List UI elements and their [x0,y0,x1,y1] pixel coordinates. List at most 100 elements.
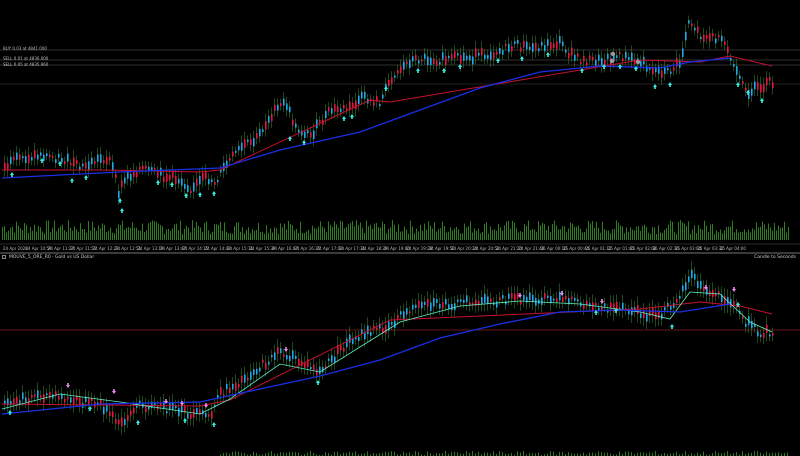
indicator-chart[interactable]: MOUVE_5_ORE_R0 · Gold vs US Dollar Candl… [0,254,800,456]
candle [241,375,243,383]
volume-bar [530,230,531,240]
candle [16,152,18,160]
volume-bar [703,451,704,456]
volume-bar [350,222,351,240]
indicator-chart-canvas[interactable] [0,254,800,456]
red-moving-average [2,55,773,173]
volume-bar [50,232,51,240]
candle [502,295,504,299]
main-chart-canvas[interactable]: 24 Apr 202624 Apr 10:5924 Apr 11:2724 Ap… [0,0,800,252]
volume-bar [164,233,165,240]
volume-bar [178,230,179,240]
volume-bar [544,224,545,240]
candle [79,396,81,405]
up-arrow-icon [653,84,657,89]
candle [442,52,444,60]
candle [346,338,348,348]
volume-bar [64,230,65,240]
candle [769,334,771,337]
volume-bar [708,231,709,240]
candle [508,43,510,53]
volume-bar [454,228,455,240]
volume-bar [110,227,111,240]
volume-bar [602,221,603,240]
volume-bar [523,451,524,456]
volume-bar [472,451,473,456]
candle [40,152,42,156]
candle [328,107,330,112]
volume-bar [538,221,539,240]
candle [382,94,384,99]
candle [631,52,633,62]
candle [76,160,78,164]
volume-bar [330,224,331,240]
volume-bar [550,451,551,456]
volume-bar [218,224,219,240]
main-price-chart[interactable]: 24 Apr 2026 24 Apr 10:59 24 Apr 11:27 24 Ap… [0,0,800,252]
candle [229,157,231,161]
candle [685,282,687,291]
volume-bar [646,227,647,240]
volume-bar [246,230,247,240]
volume-bar [384,223,385,240]
volume-bar [314,227,315,240]
volume-bar [325,452,326,456]
volume-bar [307,452,308,456]
volume-bar [434,222,435,240]
volume-bar [500,227,501,240]
candle [691,269,693,279]
volume-bar [642,225,643,240]
volume-bar [584,232,585,240]
order-line-label-buy: BUY 0.03 at 4841.000 [3,46,47,51]
candle [280,103,282,107]
volume-bar [386,233,387,240]
square-icon[interactable] [2,255,6,259]
candle [508,293,510,299]
volume-bar [152,220,153,240]
candle [115,173,117,179]
volume-bar [206,221,207,240]
volume-bar [409,452,410,456]
volume-bar [400,231,401,240]
candle [427,299,429,307]
volume-bar [334,452,335,456]
volume-bar [562,226,563,240]
candle [307,130,309,134]
volume-bar [618,222,619,240]
candle [595,60,597,66]
candle [340,108,342,113]
volume-bar [280,223,281,240]
volume-bar [722,233,723,240]
volume-bar [764,224,765,240]
order-line-label-sell-1: SELL 0.01 at 4836.000 [3,56,49,61]
candle [295,355,297,359]
volume-bar [742,451,743,456]
volume-bar [550,232,551,240]
volume-bar [140,230,141,240]
volume-bar [692,229,693,240]
volume-bar [74,226,75,240]
candle [661,313,663,320]
volume-bar [158,223,159,240]
candle [253,137,255,147]
volume-bar [614,229,615,240]
volume-bar [96,230,97,240]
volume-bar [517,451,518,456]
candle [289,106,291,113]
up-arrow-icon [670,324,674,329]
candle [478,52,480,56]
candle [106,405,108,412]
candle [340,345,342,351]
volume-bar [778,452,779,456]
candle [370,332,372,336]
volume-bar [655,451,656,456]
volume-bar [780,227,781,240]
volume-bar [76,229,77,240]
volume-bar [556,225,557,240]
volume-bar [38,226,39,240]
candle [511,46,513,52]
volume-bar [82,229,83,240]
volume-bar [232,233,233,240]
candle [451,53,453,60]
volume-bar [194,227,195,240]
